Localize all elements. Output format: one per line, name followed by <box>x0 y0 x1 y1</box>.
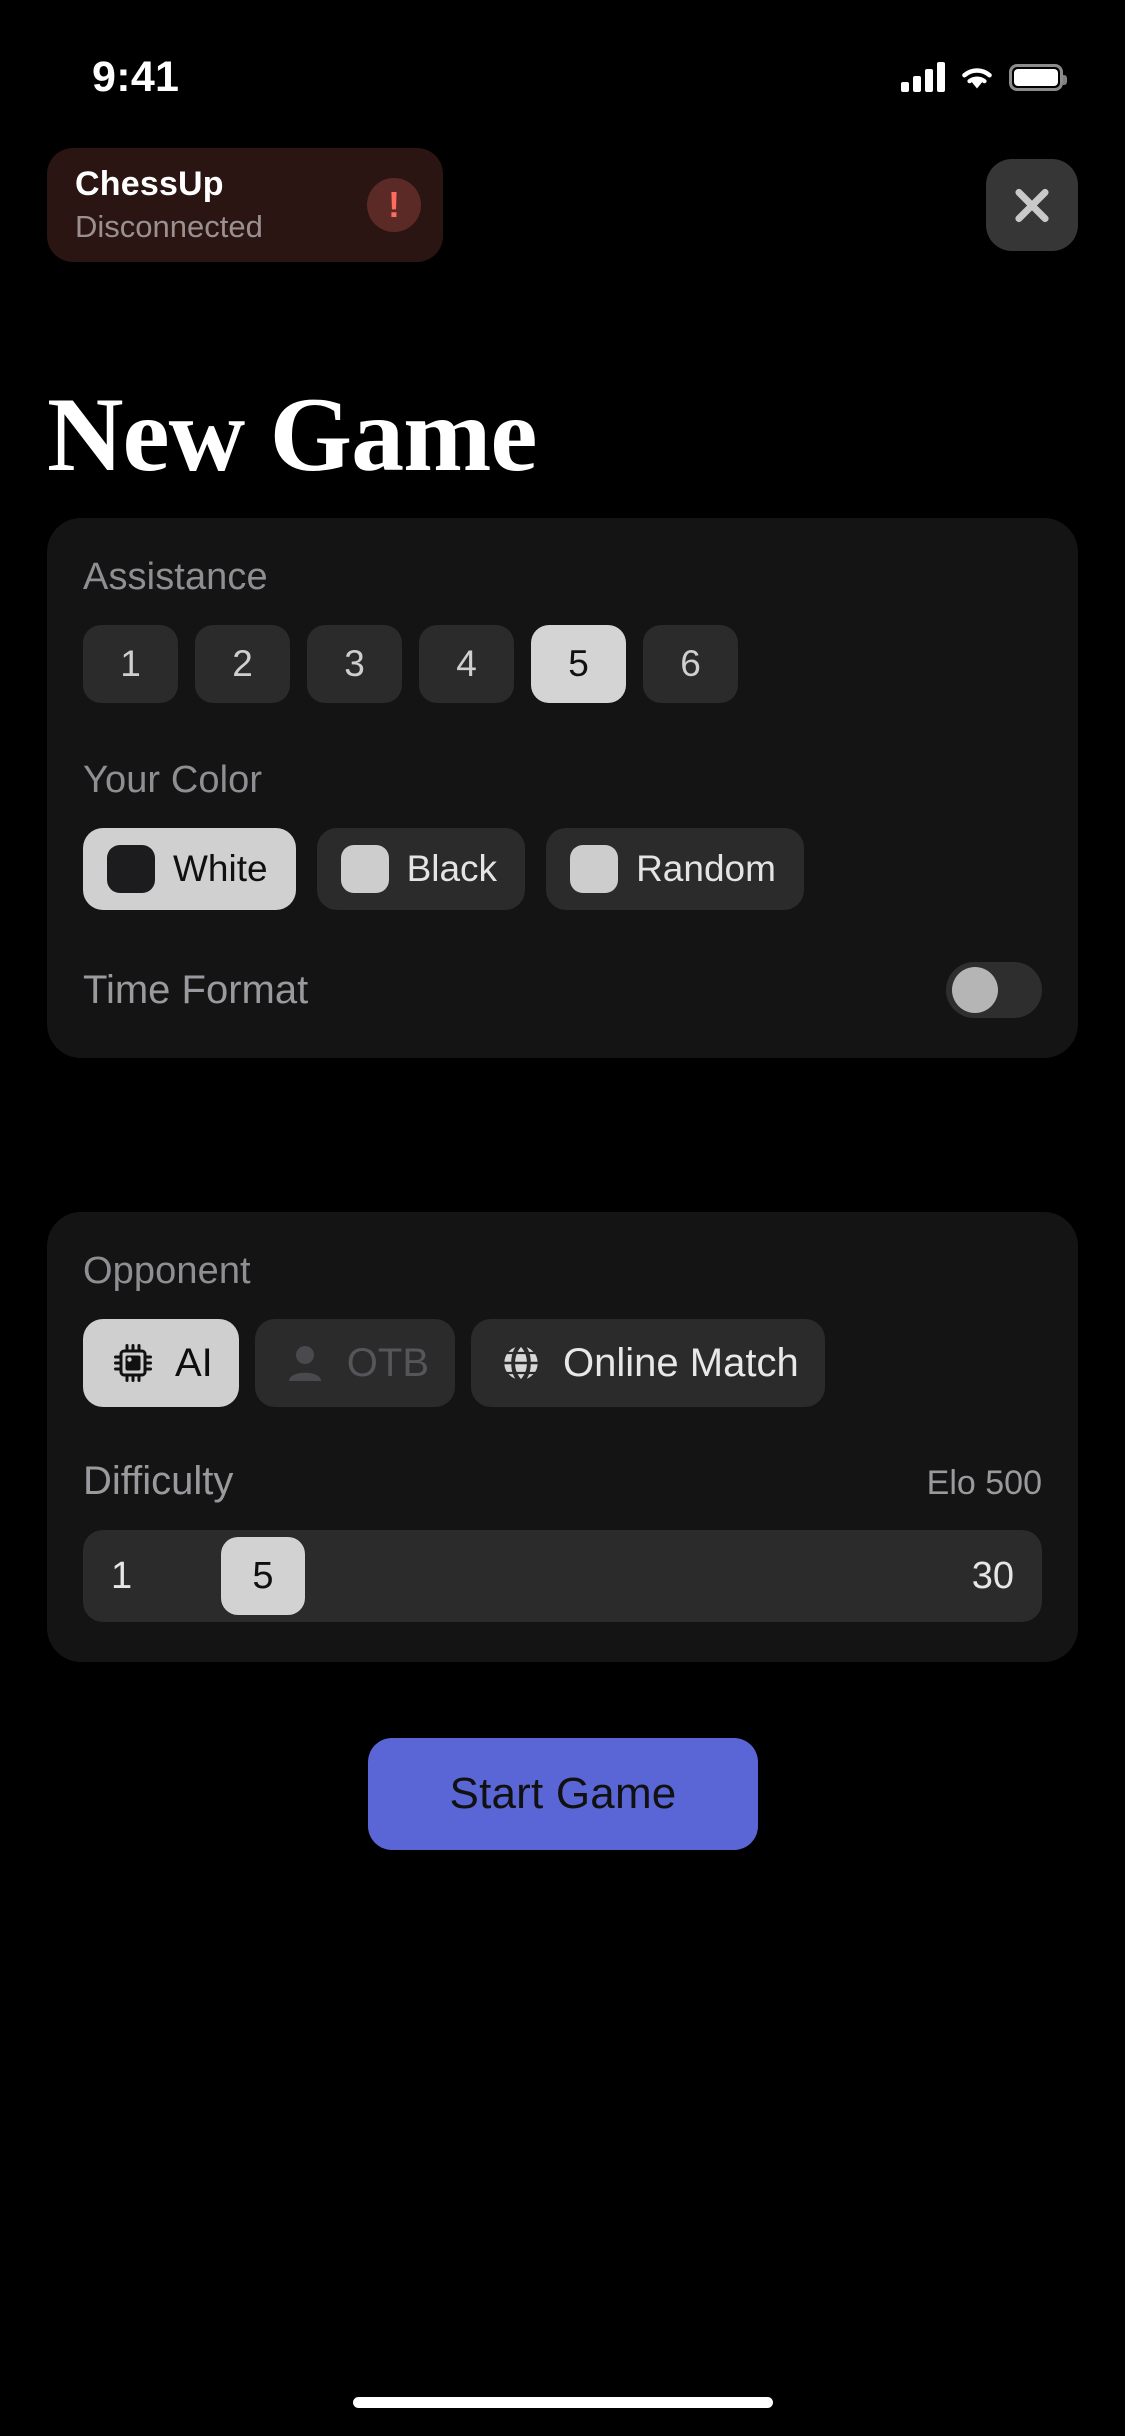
device-name: ChessUp <box>75 165 224 203</box>
color-option-white[interactable]: White <box>83 828 296 910</box>
assistance-option-5-label: 5 <box>568 643 589 684</box>
top-bar: ChessUp Disconnected ! <box>0 147 1125 263</box>
assistance-option-5[interactable]: 5 <box>531 625 626 703</box>
opponent-option-otb[interactable]: OTB <box>254 1319 456 1407</box>
opponent-option-otb-label: OTB <box>346 1340 430 1385</box>
globe-icon <box>497 1339 545 1387</box>
game-settings-card: Assistance 1 2 3 4 5 6 Your Color White … <box>47 518 1078 1058</box>
status-bar-icons <box>901 62 1067 92</box>
alert-exclamation-icon: ! <box>367 178 421 232</box>
assistance-option-4-label: 4 <box>456 643 477 684</box>
assistance-option-2[interactable]: 2 <box>195 625 290 703</box>
opponent-option-ai[interactable]: AI <box>83 1319 239 1407</box>
time-format-row: Time Format <box>83 962 1042 1018</box>
alert-glyph: ! <box>388 184 400 225</box>
difficulty-slider-max: 30 <box>971 1554 1014 1597</box>
opponent-option-ai-label: AI <box>175 1340 213 1385</box>
toggle-knob-icon <box>952 967 998 1013</box>
assistance-option-1-label: 1 <box>120 643 141 684</box>
assistance-option-4[interactable]: 4 <box>419 625 514 703</box>
page-title: New Game <box>47 376 537 493</box>
device-banner-text: ChessUp Disconnected <box>75 165 349 245</box>
opponent-card: Opponent AI OTB Online Match Difficulty … <box>47 1212 1078 1662</box>
home-indicator <box>352 2397 773 2408</box>
assistance-option-6-label: 6 <box>680 643 701 684</box>
color-option-black[interactable]: Black <box>316 828 526 910</box>
status-bar: 9:41 <box>0 0 1125 132</box>
time-format-label: Time Format <box>83 967 309 1012</box>
close-button[interactable] <box>986 159 1078 251</box>
color-option-black-label: Black <box>406 848 498 889</box>
opponent-option-online-match[interactable]: Online Match <box>471 1319 825 1407</box>
start-game-button[interactable]: Start Game <box>368 1738 758 1850</box>
difficulty-label: Difficulty <box>83 1459 234 1503</box>
difficulty-slider[interactable]: 1 5 30 <box>83 1530 1042 1622</box>
assistance-option-3[interactable]: 3 <box>307 625 402 703</box>
assistance-option-6[interactable]: 6 <box>643 625 738 703</box>
device-connection-banner[interactable]: ChessUp Disconnected ! <box>47 148 443 262</box>
status-bar-time: 9:41 <box>92 52 180 101</box>
cpu-chip-icon <box>109 1339 157 1387</box>
close-x-icon <box>1010 183 1054 227</box>
assistance-option-1[interactable]: 1 <box>83 625 178 703</box>
color-option-random[interactable]: Random <box>546 828 804 910</box>
opponent-options: AI OTB Online Match <box>83 1319 1042 1407</box>
difficulty-elo-value: Elo 500 <box>926 1464 1042 1502</box>
time-format-toggle[interactable] <box>946 962 1042 1018</box>
difficulty-header: Difficulty Elo 500 <box>83 1459 1042 1504</box>
app-screen: 9:41 ChessUp Disconnected ! New Game Ass… <box>0 0 1125 2436</box>
wifi-icon <box>958 63 996 91</box>
battery-icon <box>1009 63 1067 91</box>
assistance-options: 1 2 3 4 5 6 <box>83 625 1042 703</box>
color-option-white-label: White <box>173 848 268 889</box>
color-option-random-label: Random <box>636 848 776 889</box>
difficulty-slider-min: 1 <box>111 1554 133 1597</box>
opponent-option-online-match-label: Online Match <box>563 1340 799 1385</box>
difficulty-slider-thumb[interactable]: 5 <box>221 1537 305 1615</box>
assistance-option-3-label: 3 <box>344 643 365 684</box>
color-swatch-icon-random <box>570 845 619 893</box>
opponent-label: Opponent <box>83 1250 251 1292</box>
person-icon <box>281 1339 329 1387</box>
assistance-label: Assistance <box>83 556 268 598</box>
color-swatch-icon-black <box>340 845 389 893</box>
your-color-options: White Black Random <box>83 828 1042 910</box>
device-connection-status: Disconnected <box>75 209 263 244</box>
cellular-signal-icon <box>901 62 945 92</box>
color-swatch-icon-white <box>107 845 155 893</box>
your-color-label: Your Color <box>83 759 263 801</box>
assistance-option-2-label: 2 <box>232 643 253 684</box>
